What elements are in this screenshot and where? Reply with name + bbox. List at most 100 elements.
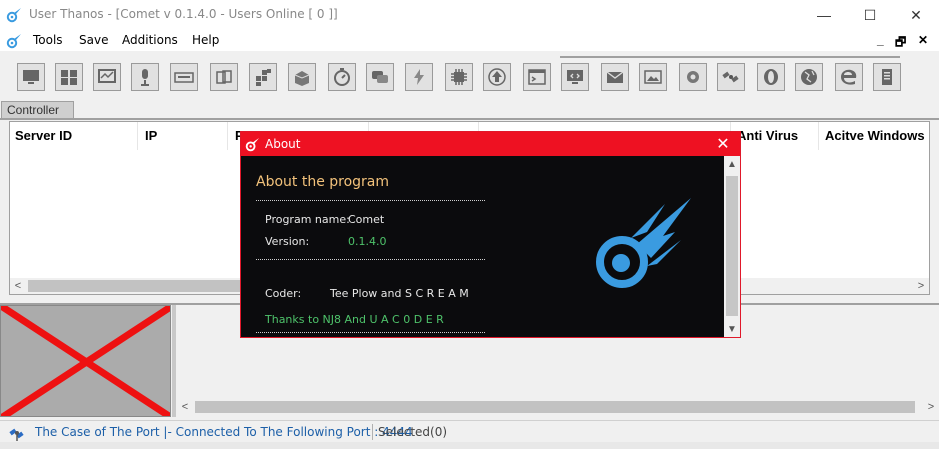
scroll-thumb[interactable]	[195, 401, 915, 413]
stopwatch-button[interactable]	[328, 63, 356, 91]
title-bar: User Thanos - [Comet v 0.1.4.0 - Users O…	[0, 0, 939, 30]
column-header-ip[interactable]: IP	[145, 128, 157, 143]
about-dialog: About ✕ About the program Program name: …	[240, 131, 741, 338]
server-icon	[882, 69, 892, 85]
column-separator	[137, 122, 138, 150]
package-icon	[294, 71, 310, 86]
opera-button[interactable]	[757, 63, 785, 91]
menu-bar: Tools Save Additions Help _ 🗗 ✕	[0, 30, 939, 51]
task-manager-icon	[98, 69, 116, 83]
pane-splitter[interactable]	[172, 305, 176, 417]
stopwatch-icon	[334, 68, 350, 86]
registry-button[interactable]	[249, 63, 277, 91]
file-manager-button[interactable]	[210, 63, 238, 91]
comet-menu-icon	[6, 34, 21, 49]
settings-icon	[687, 71, 699, 83]
remote-desktop-icon	[567, 70, 583, 84]
program-name-value: Comet	[348, 213, 385, 226]
desktop-preview	[0, 305, 171, 417]
task-manager-button[interactable]	[93, 63, 121, 91]
comet-icon	[245, 137, 260, 152]
image-icon	[644, 70, 662, 84]
dotted-divider	[256, 259, 485, 260]
version-value: 0.1.4.0	[348, 235, 387, 248]
server-button[interactable]	[873, 63, 901, 91]
registry-icon	[256, 69, 271, 86]
tab-controller[interactable]: Controller	[1, 101, 74, 119]
column-header-anti-virus[interactable]: Anti Virus	[737, 128, 798, 143]
mail-icon	[606, 71, 624, 83]
keyboard-button[interactable]	[170, 63, 198, 91]
windows-button[interactable]	[55, 63, 83, 91]
coder-value: Tee Plow and S C R E A M	[330, 287, 469, 300]
satellite-icon	[9, 428, 24, 441]
keyboard-icon	[174, 72, 194, 83]
about-close-button[interactable]: ✕	[706, 132, 740, 156]
image-button[interactable]	[639, 63, 667, 91]
toolbar-separator	[560, 56, 900, 58]
about-heading: About the program	[256, 174, 390, 190]
satellite-icon	[722, 71, 739, 83]
about-vertical-scrollbar[interactable]: ▲ ▼	[724, 156, 740, 337]
scroll-right-icon[interactable]: >	[923, 399, 939, 415]
close-button[interactable]: ✕	[893, 0, 939, 30]
power-icon	[414, 69, 424, 85]
package-button[interactable]	[288, 63, 316, 91]
cpu-icon	[451, 69, 467, 85]
scroll-thumb[interactable]	[726, 176, 738, 316]
menu-help[interactable]: Help	[192, 33, 219, 47]
upload-button[interactable]	[483, 63, 511, 91]
windows-icon	[61, 70, 77, 85]
column-separator	[818, 122, 819, 150]
dotted-divider	[256, 332, 485, 333]
about-title-bar[interactable]: About ✕	[241, 132, 740, 156]
scroll-left-icon[interactable]: <	[177, 399, 193, 415]
menu-save[interactable]: Save	[79, 33, 108, 47]
scroll-up-icon[interactable]: ▲	[724, 156, 740, 172]
window-title: User Thanos - [Comet v 0.1.4.0 - Users O…	[29, 7, 338, 21]
no-image-cross-icon	[1, 306, 170, 416]
column-separator	[227, 122, 228, 150]
monitor-icon	[23, 70, 39, 84]
scroll-down-icon[interactable]: ▼	[724, 321, 740, 337]
port-status-text: The Case of The Port |- Connected To The…	[35, 425, 413, 439]
power-button[interactable]	[405, 63, 433, 91]
bottom-edge	[0, 442, 939, 449]
mdi-minimize-button[interactable]: _	[877, 33, 884, 47]
comet-app-icon	[6, 8, 21, 23]
version-label: Version:	[265, 235, 310, 248]
cpu-button[interactable]	[445, 63, 473, 91]
globe-button[interactable]	[795, 63, 823, 91]
edge-button[interactable]	[835, 63, 863, 91]
minimize-button[interactable]: —	[801, 0, 847, 30]
maximize-button[interactable]: ☐	[847, 0, 893, 30]
satellite-button[interactable]	[717, 63, 745, 91]
program-name-label: Program name:	[265, 213, 350, 226]
mdi-close-button[interactable]: ✕	[918, 33, 928, 47]
opera-icon	[764, 69, 778, 85]
mdi-restore-button[interactable]: 🗗	[895, 33, 906, 54]
about-title: About	[265, 137, 301, 151]
settings-button[interactable]	[679, 63, 707, 91]
chat-button[interactable]	[366, 63, 394, 91]
log-horizontal-scrollbar[interactable]: < >	[177, 399, 939, 415]
menu-tools[interactable]: Tools	[33, 33, 63, 47]
column-header-server-id[interactable]: Server ID	[15, 128, 72, 143]
remote-desktop-button[interactable]	[561, 63, 589, 91]
file-manager-icon	[216, 70, 232, 84]
menu-additions[interactable]: Additions	[122, 33, 178, 47]
thanks-text: Thanks to NJ8 And U A C 0 D E R	[265, 313, 444, 326]
comet-logo-icon	[596, 198, 691, 288]
script-button[interactable]	[523, 63, 551, 91]
scroll-right-icon[interactable]: >	[913, 278, 929, 294]
status-separator	[372, 424, 373, 440]
selected-count: Selected(0)	[378, 425, 448, 439]
coder-label: Coder:	[265, 287, 302, 300]
scroll-left-icon[interactable]: <	[10, 278, 26, 294]
microphone-button[interactable]	[131, 63, 159, 91]
monitor-button[interactable]	[17, 63, 45, 91]
chat-icon	[372, 71, 388, 83]
column-header-active-windows[interactable]: Acitve Windows	[825, 128, 925, 143]
mail-button[interactable]	[601, 63, 629, 91]
tab-underline	[0, 118, 939, 120]
